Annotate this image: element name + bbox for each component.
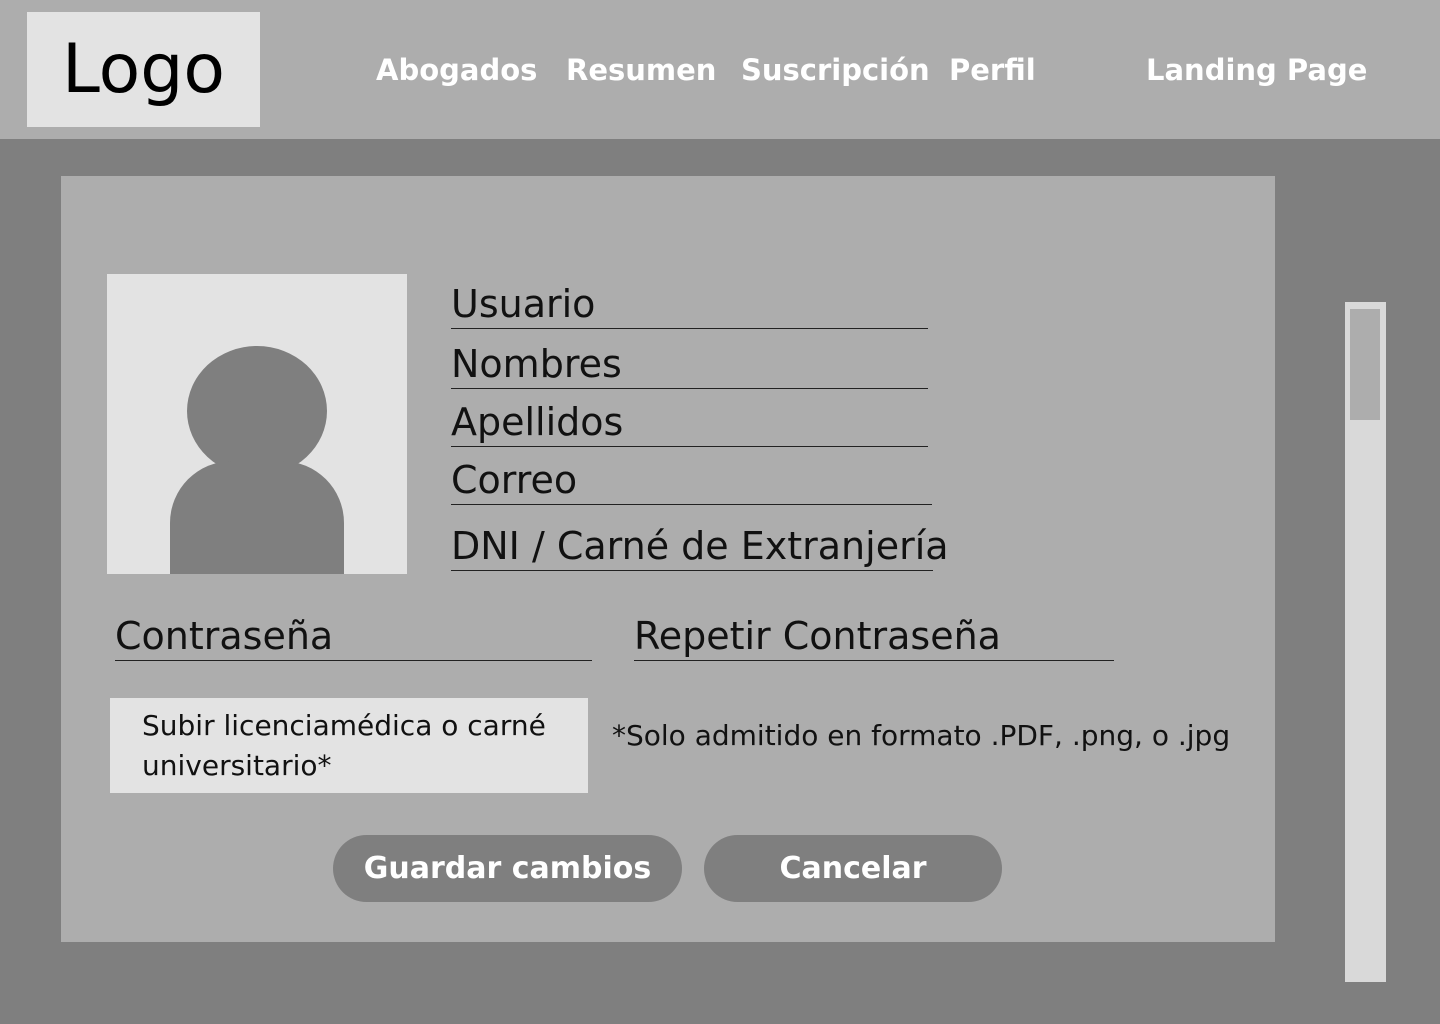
nav-landing-page[interactable]: Landing Page xyxy=(1146,50,1367,90)
scrollbar-track[interactable] xyxy=(1345,302,1386,982)
nav-suscripcion[interactable]: Suscripción xyxy=(741,50,930,90)
dni-field[interactable]: DNI / Carné de Extranjería xyxy=(451,522,949,571)
avatar-placeholder[interactable] xyxy=(107,274,407,574)
nav-perfil[interactable]: Perfil xyxy=(949,50,1036,90)
upload-license-button[interactable]: Subir licenciamédica o carné universitar… xyxy=(110,698,588,793)
logo[interactable]: Logo xyxy=(27,12,260,127)
repeat-password-field[interactable]: Repetir Contraseña xyxy=(634,612,1114,661)
upload-format-note: *Solo admitido en formato .PDF, .png, o … xyxy=(612,719,1231,752)
usuario-field[interactable]: Usuario xyxy=(451,280,928,329)
avatar-head-shape xyxy=(187,346,327,476)
cancel-button[interactable]: Cancelar xyxy=(704,835,1002,902)
save-changes-button[interactable]: Guardar cambios xyxy=(333,835,682,902)
apellidos-field[interactable]: Apellidos xyxy=(451,398,928,447)
correo-field[interactable]: Correo xyxy=(451,456,932,505)
scrollbar-thumb[interactable] xyxy=(1350,309,1380,420)
nombres-field[interactable]: Nombres xyxy=(451,340,928,389)
avatar-body-shape xyxy=(170,461,344,574)
nav-abogados[interactable]: Abogados xyxy=(376,50,537,90)
top-nav-bar: Logo Abogados Resumen Suscripción Perfil… xyxy=(0,0,1440,139)
nav-resumen[interactable]: Resumen xyxy=(566,50,716,90)
password-field[interactable]: Contraseña xyxy=(115,612,592,661)
